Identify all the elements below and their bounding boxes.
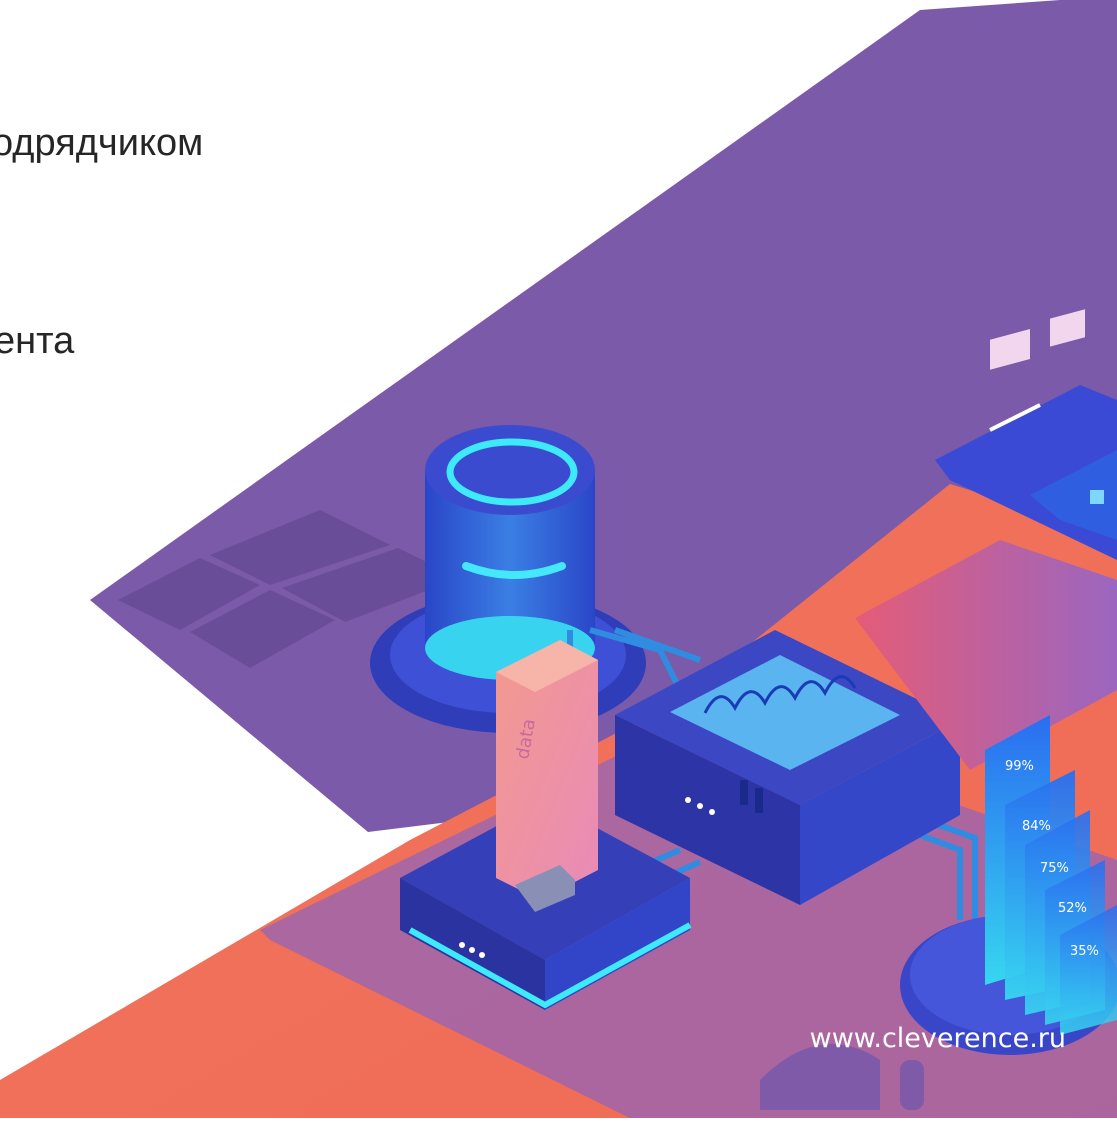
bar-label-5: 35% bbox=[1070, 944, 1099, 959]
isometric-illustration: data 99% 84% 75% 52% 35% bbox=[0, 0, 1117, 1133]
usb-stick-icon: data bbox=[496, 640, 598, 912]
bar-label-1: 99% bbox=[1005, 759, 1034, 774]
footer-url[interactable]: www.cleverence.ru bbox=[810, 1023, 1066, 1054]
bar-label-3: 75% bbox=[1040, 861, 1069, 876]
bar-label-4: 52% bbox=[1058, 901, 1087, 916]
white-bottom-strip bbox=[0, 1118, 1117, 1133]
bar-label-2: 84% bbox=[1022, 819, 1051, 834]
